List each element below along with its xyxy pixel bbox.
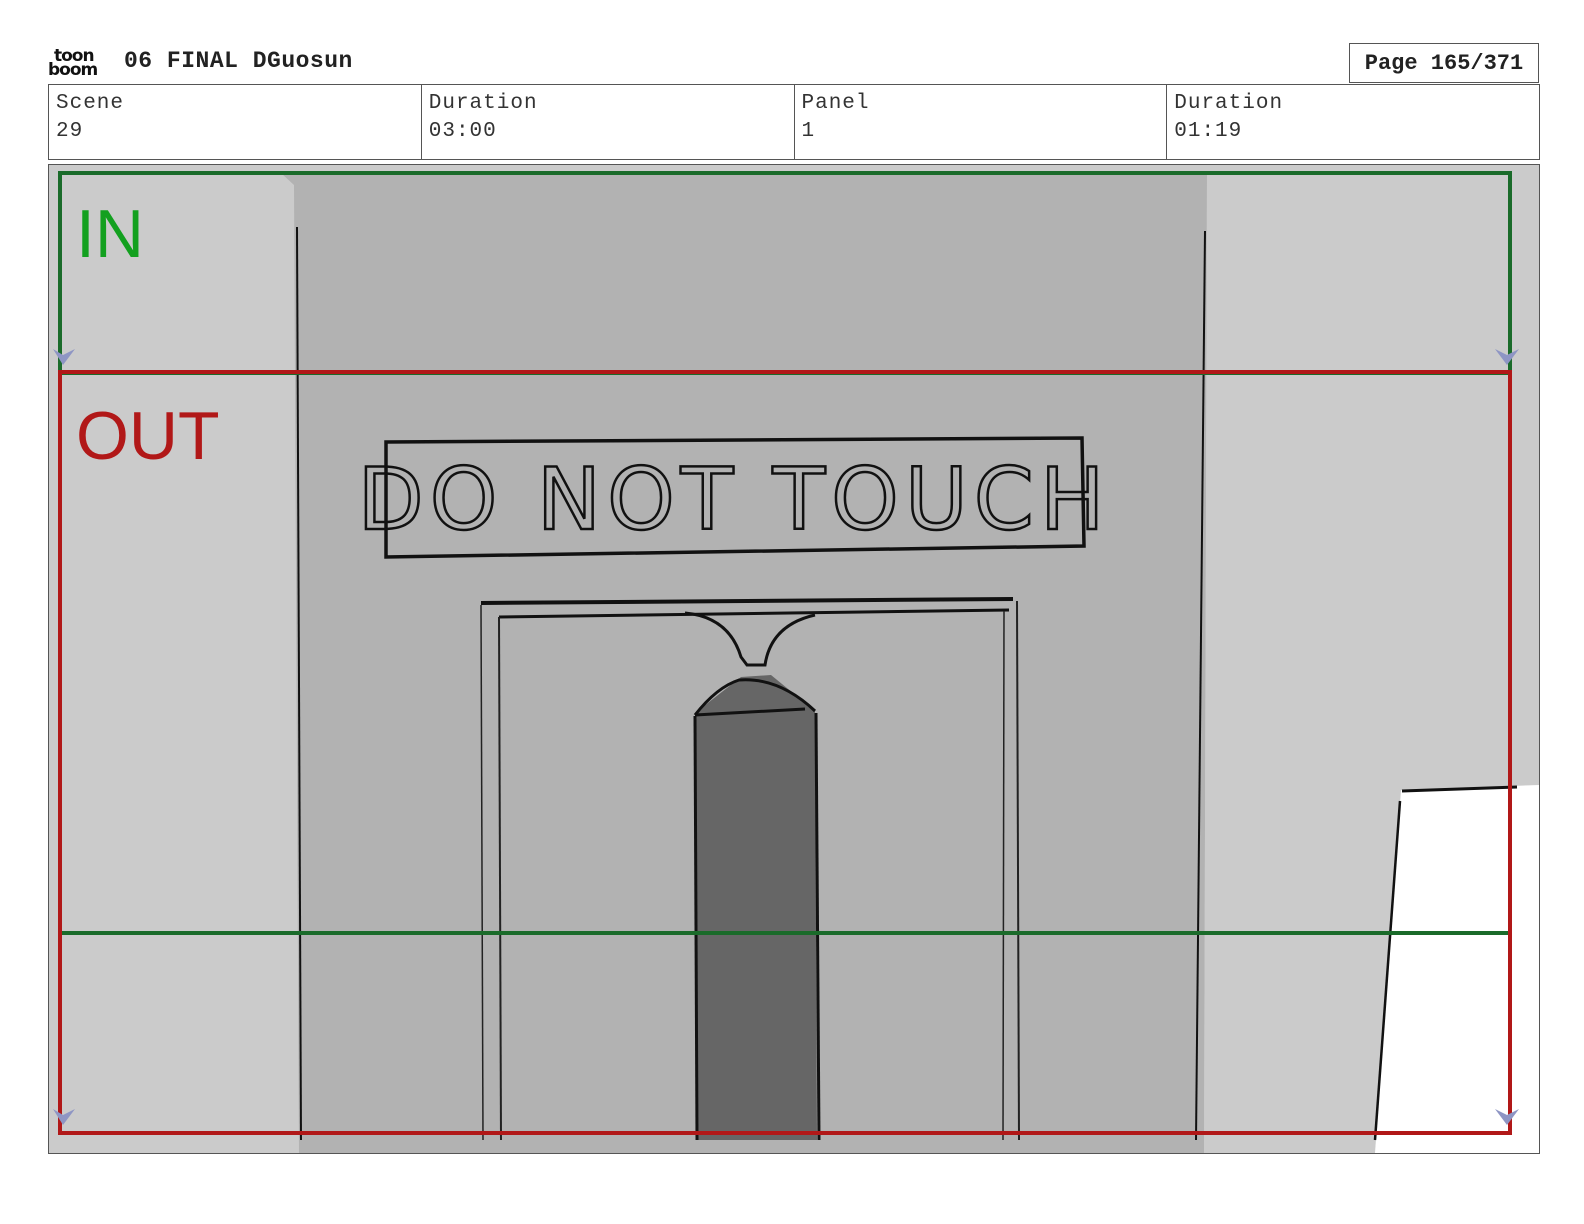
pillar bbox=[695, 675, 817, 1140]
sign-text: DO NOT TOUCH bbox=[357, 450, 1110, 550]
panel-value: 1 bbox=[801, 120, 816, 143]
page-indicator: Page 165/371 bbox=[1349, 43, 1539, 83]
in-label: IN bbox=[76, 196, 144, 272]
out-label: OUT bbox=[76, 398, 220, 474]
scene-cell: Scene 29 bbox=[49, 85, 422, 159]
scene-label: Scene bbox=[56, 92, 125, 115]
white-object bbox=[1375, 785, 1539, 1153]
panel-duration-cell: Duration 01:19 bbox=[1167, 85, 1539, 159]
toonboom-logo: toon boom bbox=[48, 48, 108, 82]
panel-cell: Panel 1 bbox=[795, 85, 1168, 159]
scene-value: 29 bbox=[56, 120, 84, 143]
document-title: 06 FINAL DGuosun bbox=[124, 48, 353, 74]
panel-label: Panel bbox=[801, 92, 870, 115]
pillar-left-edge bbox=[693, 715, 699, 1141]
storyboard-panel: DO NOT TOUCH IN OUT bbox=[48, 164, 1540, 1154]
panel-duration-label: Duration bbox=[1174, 92, 1284, 115]
scene-info-table: Scene 29 Duration 03:00 Panel 1 Duration… bbox=[48, 84, 1540, 160]
scene-duration-cell: Duration 03:00 bbox=[422, 85, 795, 159]
panel-duration-value: 01:19 bbox=[1174, 120, 1243, 143]
logo-text-bottom: boom bbox=[48, 60, 98, 80]
panel-drawing: DO NOT TOUCH IN OUT bbox=[49, 165, 1539, 1153]
door-right-inner bbox=[1002, 610, 1005, 1141]
scene-duration-label: Duration bbox=[428, 92, 538, 115]
scene-duration-value: 03:00 bbox=[428, 120, 497, 143]
